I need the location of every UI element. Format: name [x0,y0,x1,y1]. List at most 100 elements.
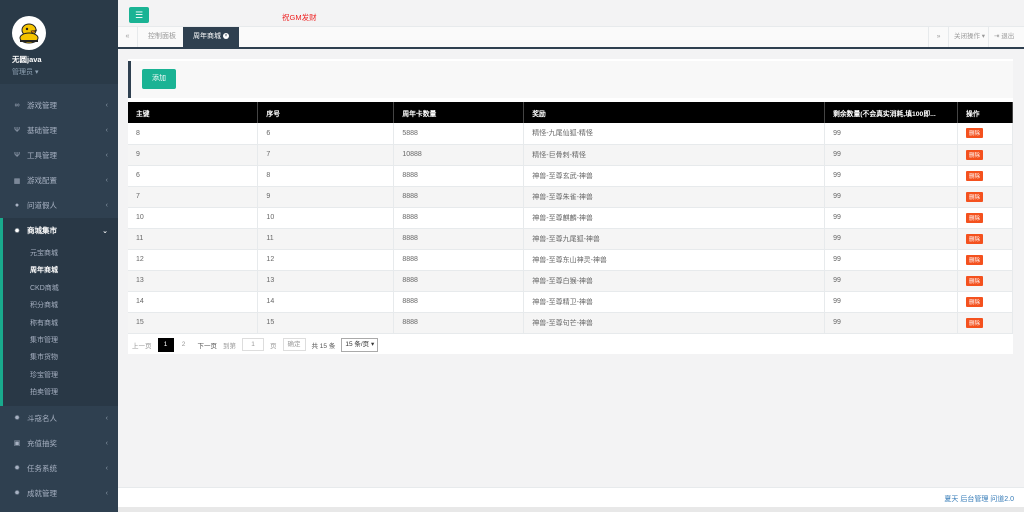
table-row: 13 13 8888 神兽-至尊白猴-神兽 99 删除 [128,270,1013,292]
chevron-left-icon: ‹ [105,127,108,134]
table-row: 12 12 8888 神兽-至尊东山神灵-神兽 99 删除 [128,249,1013,271]
sidebar-item-label: 问道假人 [27,201,57,210]
avatar[interactable] [12,16,46,50]
per-page-select[interactable]: 15 条/页 ▾ [341,337,379,352]
sidebar-subitem[interactable]: CKD商城 [3,280,118,297]
chevron-left-icon: ‹ [105,102,108,109]
table-cell: 99 [824,249,958,271]
sidebar-item-achievements[interactable]: ✹ 成就管理 ‹ [0,481,118,506]
sidebar-item-label: 商城集市 [27,226,57,235]
table-cell: 8888 [393,291,525,313]
sidebar-subitem[interactable]: 集市货物 [3,349,118,366]
prev-page-button[interactable]: 上一页 [132,340,152,350]
table-cell: 删除 [957,207,1013,229]
sidebar-subitem[interactable]: 集市管理 [3,332,118,349]
add-button[interactable]: 添加 [142,69,176,89]
column-header[interactable]: 序号 [257,102,395,123]
delete-button[interactable]: 删除 [966,296,984,307]
table-row: 15 15 8888 神兽-至尊句芒-神兽 99 删除 [128,312,1013,334]
table-cell: 14 [128,291,259,313]
delete-button[interactable]: 删除 [966,191,984,202]
table-cell: 删除 [957,312,1013,334]
user-icon: ● [14,202,20,209]
sidebar-subitem[interactable]: 积分商城 [3,297,118,314]
bottom-strip [118,507,1024,512]
delete-button[interactable]: 删除 [966,254,984,265]
sidebar-subitem[interactable]: 元宝商城 [3,245,118,262]
sidebar-item-fake-players[interactable]: ● 问道假人 ‹ [0,193,118,218]
table-cell: 神兽-至尊玄武-神兽 [523,165,826,187]
delete-button[interactable]: 删除 [966,233,984,244]
table-cell: 11 [257,228,395,250]
table-cell: 8888 [393,186,525,208]
tab-scroll-left-button[interactable]: « [118,27,138,47]
tab-anniversary-mall[interactable]: 周年商城 × [183,27,239,47]
sidebar-item-celebrities[interactable]: ✹ 斗寇名人 ‹ [0,406,118,431]
delete-button[interactable]: 删除 [966,317,984,328]
table-cell: 15 [128,312,259,334]
table-cell: 99 [824,144,958,166]
column-header[interactable]: 主键 [128,102,259,123]
page-1-button[interactable]: 1 [157,337,174,352]
sidebar-item-mall-market[interactable]: ✹ 商城集市 ⌄ [0,218,118,243]
table-cell: 删除 [957,291,1013,313]
delete-button[interactable]: 删除 [966,212,984,223]
sidebar-item-tool-management[interactable]: Ψ 工具管理 ‹ [0,143,118,168]
tab-dashboard[interactable]: 控制面板 [138,27,186,47]
sidebar-item-game-management[interactable]: ∞ 游戏管理 ‹ [0,93,118,118]
table-cell: 99 [824,165,958,187]
sidebar-item-game-config[interactable]: ▦ 游戏配置 ‹ [0,168,118,193]
close-operations-dropdown[interactable]: 关闭操作 ▾ [948,27,990,47]
close-icon[interactable]: × [223,33,229,40]
sidebar-item-label: 成就管理 [27,488,57,498]
tab-scroll-right-button[interactable]: » [928,27,948,47]
sidebar-menu: ∞ 游戏管理 ‹ Ψ 基础管理 ‹ Ψ 工具管理 ‹ ▦ 游戏配置 ‹ ● 问道… [0,93,118,506]
table-cell: 删除 [957,270,1013,292]
profile-role-dropdown[interactable]: 管理员 ▾ [12,67,118,77]
sidebar-item-task-system[interactable]: ✹ 任务系统 ‹ [0,456,118,481]
delete-button[interactable]: 删除 [966,170,984,181]
confirm-page-button[interactable]: 确定 [282,338,306,351]
delete-button[interactable]: 删除 [966,275,984,286]
table-cell: 99 [824,123,958,145]
table-cell: 99 [824,186,958,208]
page-2-button[interactable]: 2 [176,338,192,352]
table-cell: 8888 [393,270,525,292]
sidebar-item-recharge-lottery[interactable]: ▣ 充值抽奖 ‹ [0,431,118,456]
chevron-left-icon: ‹ [105,152,108,159]
logout-button[interactable]: ⇥ 退出 [988,27,1019,47]
sidebar-subitem[interactable]: 拍卖管理 [3,384,118,401]
table-cell: 神兽-至尊句芒-神兽 [523,312,826,334]
sidebar-submenu: 元宝商城 周年商城 CKD商城 积分商城 称有商城 集市管理 集市货物 珍宝管理… [0,243,118,406]
menu-toggle-button[interactable]: ☰ [129,7,149,23]
table-row: 9 7 10888 精怪-巨骨刺-精怪 99 删除 [128,144,1013,166]
table-cell: 12 [128,249,259,271]
table-cell: 神兽-至尊东山神灵-神兽 [523,249,826,271]
column-header[interactable]: 周年卡数量 [393,102,525,123]
table-cell: 神兽-至尊九尾狐-神兽 [523,228,826,250]
sidebar-subitem[interactable]: 称有商城 [3,315,118,332]
marquee-text: 祝GM发财 [282,13,317,22]
table-cell: 删除 [957,249,1013,271]
page-number-input[interactable]: 1 [242,338,264,351]
double-chevron-right-icon: » [936,33,941,40]
sidebar-subitem-active[interactable]: 周年商城 [3,262,118,279]
sidebar-subitem[interactable]: 珍宝管理 [3,367,118,384]
chevron-left-icon: ‹ [105,489,108,497]
next-page-button[interactable]: 下一页 [198,340,218,350]
table-cell: 6 [128,165,259,187]
sidebar-item-basic-management[interactable]: Ψ 基础管理 ‹ [0,118,118,143]
gear-icon: ✹ [14,490,20,498]
table-cell: 99 [824,207,958,229]
sidebar-item-label: 工具管理 [27,151,57,160]
table-cell: 5888 [393,123,525,145]
footer-text[interactable]: 夏天 后台管理 问道2.0 [944,494,1014,504]
footer: 夏天 后台管理 问道2.0 [118,487,1024,507]
column-header[interactable]: 奖励 [523,102,826,123]
tabs-bar: « 控制面板 周年商城 × » 关闭操作 ▾ ⇥ 退出 [118,27,1024,49]
column-header[interactable]: 剩余数量(不会真实消耗,填100即... [824,102,958,123]
table-cell: 8888 [393,249,525,271]
delete-button[interactable]: 删除 [966,149,984,160]
table-cell: 15 [257,312,395,334]
delete-button[interactable]: 删除 [966,128,984,139]
